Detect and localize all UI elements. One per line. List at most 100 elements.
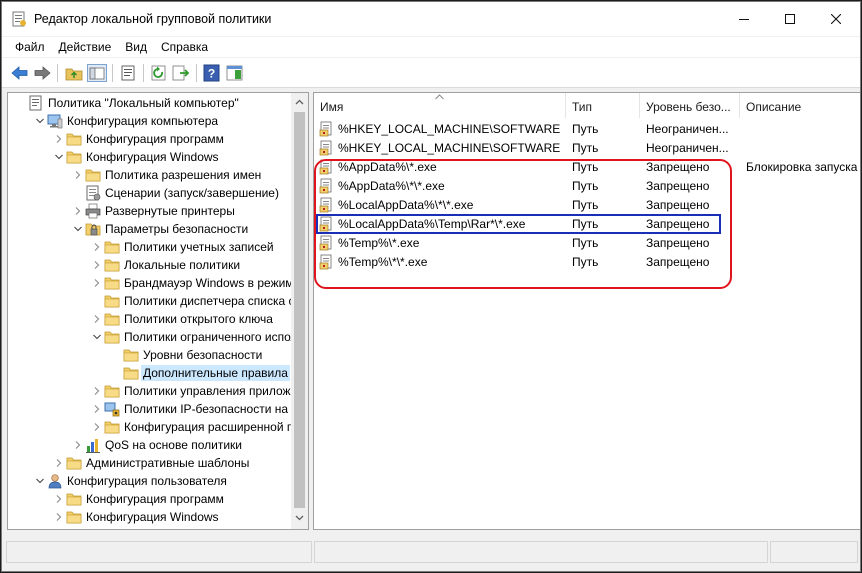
table-row[interactable]: %HKEY_LOCAL_MACHINE\SOFTWARE\... Путь Неог… <box>314 138 860 157</box>
tree-item-label: Конфигурация программ <box>86 492 224 506</box>
chevron-down-icon[interactable] <box>35 116 45 126</box>
tree-item[interactable]: Политики диспетчера списка се <box>8 292 301 310</box>
folder-icon <box>66 133 82 146</box>
chevron-down-icon[interactable] <box>73 224 83 234</box>
folder-icon <box>66 511 82 524</box>
tree-item[interactable]: Уровни безопасности <box>8 346 292 364</box>
tree-pane[interactable]: Политика "Локальный компьютер" Конфигурац… <box>7 92 309 530</box>
menu-help[interactable]: Справка <box>154 37 215 57</box>
menu-action[interactable]: Действие <box>52 37 119 57</box>
up-folder-icon[interactable] <box>64 64 84 82</box>
column-label-level: Уровень безо... <box>646 100 731 114</box>
chevron-right-icon[interactable] <box>92 278 102 288</box>
show-hide-tree-icon[interactable] <box>87 64 107 82</box>
tree-item[interactable]: Политики ограниченного испол <box>8 328 298 346</box>
menu-file[interactable]: Файл <box>8 37 52 57</box>
tree-item[interactable]: Параметры безопасности <box>8 220 292 238</box>
tree-scroll-thumb[interactable] <box>294 112 305 508</box>
tree-item[interactable]: Сценарии (запуск/завершение) <box>8 184 292 202</box>
table-row[interactable]: %Temp%\*\*.exe Путь Запрещено <box>314 252 860 271</box>
tree-item[interactable]: Брандмауэр Windows в режиме <box>8 274 300 292</box>
chevron-right-icon[interactable] <box>92 242 102 252</box>
tree-item-label: Политика разрешения имен <box>105 168 262 182</box>
tree-item[interactable]: Конфигурация расширенной по <box>8 418 300 436</box>
help-icon[interactable]: ? <box>202 64 222 82</box>
tree-item-label: Политики IP-безопасности на "Л <box>124 402 304 416</box>
tree-item-label: Политики управления приложе <box>124 384 298 398</box>
tree-item[interactable]: Конфигурация программ <box>8 490 292 508</box>
toolbar-separator <box>57 64 58 82</box>
chevron-right-icon[interactable] <box>73 440 83 450</box>
tree-item-label: Конфигурация Windows <box>86 510 219 524</box>
chevron-down-icon[interactable] <box>92 332 102 342</box>
back-arrow-icon[interactable] <box>10 64 30 82</box>
status-segment-right <box>770 541 858 563</box>
tree-item[interactable]: Развернутые принтеры <box>8 202 292 220</box>
title-bar[interactable]: Редактор локальной групповой политики <box>2 2 860 36</box>
close-button[interactable] <box>813 2 859 36</box>
path-rule-icon <box>319 216 332 232</box>
tree-item[interactable]: Политики управления приложе <box>8 382 297 400</box>
tree-item[interactable]: Политики открытого ключа <box>8 310 292 328</box>
gpedit-window: Редактор локальной групповой политики Фа… <box>1 1 861 572</box>
tree-item[interactable]: Конфигурация пользователя <box>8 472 292 490</box>
column-header-level[interactable]: Уровень безо... <box>640 93 740 118</box>
tree-item[interactable]: Административные шаблоны <box>8 454 292 472</box>
tree-item[interactable]: QoS на основе политики <box>8 436 292 454</box>
tree-item[interactable]: Конфигурация Windows <box>8 508 292 526</box>
chevron-right-icon[interactable] <box>92 386 102 396</box>
tree-item[interactable]: Политика разрешения имен <box>8 166 292 184</box>
table-row[interactable]: %Temp%\*.exe Путь Запрещено <box>314 233 860 252</box>
rules-list-pane[interactable]: Имя Тип Уровень безо... Описание %HKEY_L… <box>313 92 860 530</box>
tree-item[interactable]: Политики учетных записей <box>8 238 292 256</box>
table-row[interactable]: %LocalAppData%\Temp\Rar*\*.exe Путь Запрещ… <box>314 214 860 233</box>
chevron-down-icon[interactable] <box>54 152 64 162</box>
show-pane-icon[interactable] <box>225 64 245 82</box>
minimize-button[interactable] <box>721 2 767 36</box>
status-bar <box>2 533 860 571</box>
folder-icon <box>104 313 120 326</box>
properties-icon[interactable] <box>118 64 138 82</box>
chevron-right-icon[interactable] <box>92 404 102 414</box>
chevron-right-icon[interactable] <box>92 260 102 270</box>
export-list-icon[interactable] <box>171 64 191 82</box>
tree-item-label: Политики ограниченного испол <box>124 330 298 344</box>
column-header-type[interactable]: Тип <box>566 93 640 118</box>
chevron-right-icon[interactable] <box>54 134 64 144</box>
tree-scrollbar[interactable] <box>291 93 308 529</box>
tree-item[interactable]: Локальные политики <box>8 256 292 274</box>
security-icon <box>85 223 101 236</box>
cell-level: Запрещено <box>646 236 710 250</box>
window-title: Редактор локальной групповой политики <box>34 12 272 26</box>
scroll-up-icon[interactable] <box>295 98 304 107</box>
chevron-right-icon[interactable] <box>54 512 64 522</box>
table-row[interactable]: %LocalAppData%\*\*.exe Путь Запрещено <box>314 195 860 214</box>
chevron-right-icon[interactable] <box>54 494 64 504</box>
menu-view[interactable]: Вид <box>118 37 154 57</box>
refresh-icon[interactable] <box>149 64 169 82</box>
tree-item[interactable]: Политики IP-безопасности на "Л <box>8 400 304 418</box>
tree-item[interactable]: Политика "Локальный компьютер" <box>8 94 292 112</box>
table-row[interactable]: %HKEY_LOCAL_MACHINE\SOFTWARE\... Путь Неог… <box>314 119 860 138</box>
tree-item[interactable]: Конфигурация Windows <box>8 148 292 166</box>
forward-arrow-icon[interactable] <box>32 64 52 82</box>
chevron-right-icon[interactable] <box>73 170 83 180</box>
chevron-right-icon[interactable] <box>92 314 102 324</box>
path-rule-icon <box>319 235 332 251</box>
chevron-down-icon[interactable] <box>35 476 45 486</box>
tree-item-label: Сценарии (запуск/завершение) <box>105 186 279 200</box>
scroll-down-icon[interactable] <box>295 513 304 522</box>
chevron-right-icon[interactable] <box>92 422 102 432</box>
column-header-name[interactable]: Имя <box>314 93 566 118</box>
table-row[interactable]: %AppData%\*.exe Путь Запрещено Блокировка з… <box>314 157 860 176</box>
tree-item[interactable]: Дополнительные правила <box>8 364 292 382</box>
folder-icon <box>104 385 120 398</box>
maximize-button[interactable] <box>767 2 813 36</box>
column-header-description[interactable]: Описание <box>740 93 860 118</box>
chevron-right-icon[interactable] <box>54 458 64 468</box>
tree-item[interactable]: Конфигурация компьютера <box>8 112 292 130</box>
table-row[interactable]: %AppData%\*\*.exe Путь Запрещено <box>314 176 860 195</box>
chevron-right-icon[interactable] <box>73 206 83 216</box>
tree-item[interactable]: Конфигурация программ <box>8 130 292 148</box>
sort-up-icon <box>435 94 444 100</box>
